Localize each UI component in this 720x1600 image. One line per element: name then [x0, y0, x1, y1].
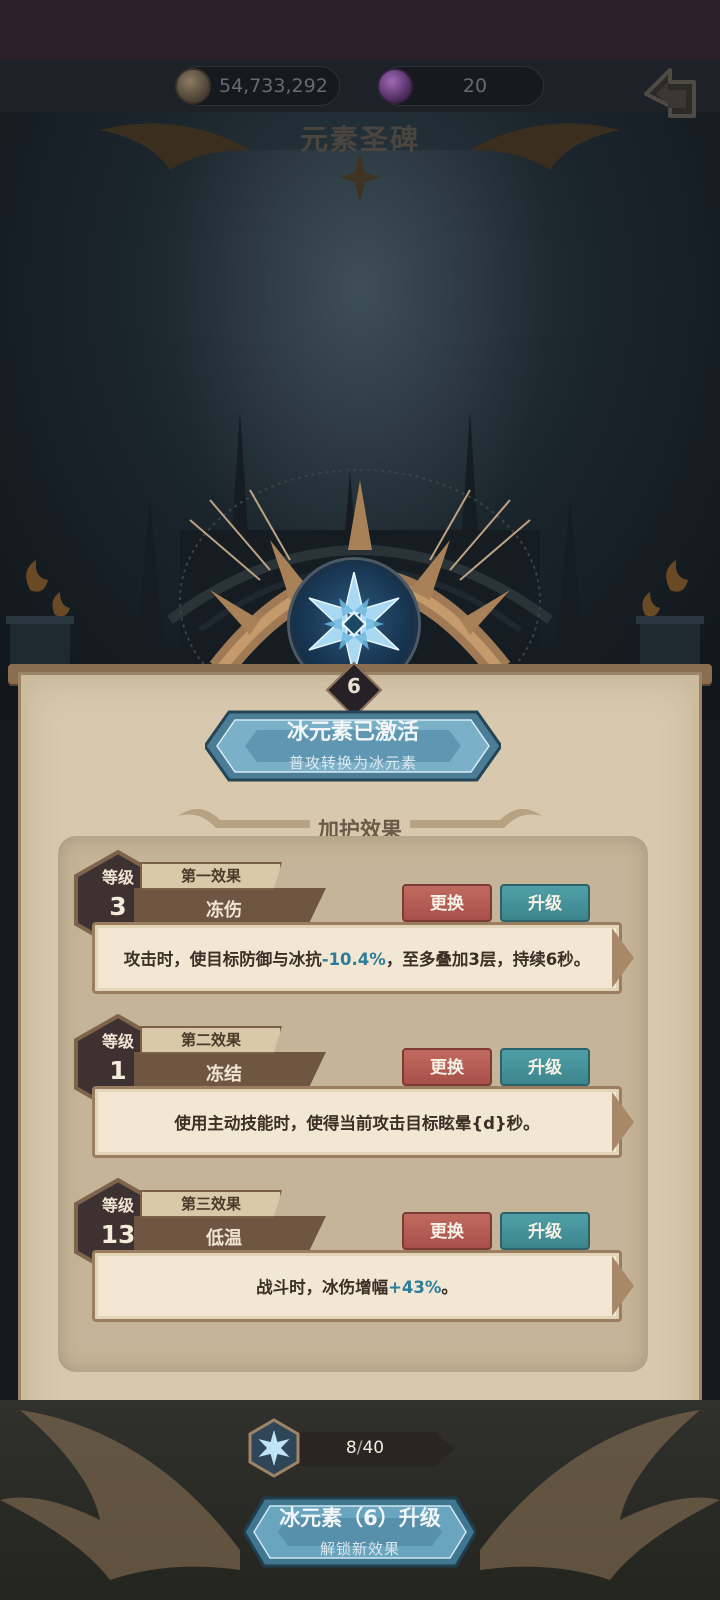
effect-name: 冻结 — [206, 1064, 242, 1085]
background-scene: 54,733,292 20 元素圣碑 — [0, 0, 720, 720]
swap-button[interactable]: 更换 — [402, 1212, 492, 1250]
purple-gem-icon — [377, 68, 413, 104]
gem-amount: 20 — [462, 75, 488, 97]
active-status-title: 冰元素已激活 — [286, 720, 419, 745]
upgrade-effect-button[interactable]: 升级 — [500, 1048, 590, 1086]
desc-text-after: 。 — [441, 1278, 458, 1297]
effect-description: 攻击时，使目标防御与冰抗-10.4%，至多叠加3层，持续6秒。 — [104, 934, 610, 986]
effect-card-2: 等级 1 冻结 第二效果 更换 升级 使用主动技能时，使得当前攻击目标眩晕{d}… — [64, 1014, 644, 1164]
swap-button[interactable]: 更换 — [402, 884, 492, 922]
element-upgrade-subtitle: 解锁新效果 — [319, 1540, 400, 1558]
effect-name: 低温 — [206, 1228, 242, 1249]
element-upgrade-title[interactable]: 冰元素（6）升级 — [244, 1502, 476, 1532]
effect-description: 使用主动技能时，使得当前攻击目标眩晕{d}秒。 — [104, 1098, 610, 1150]
scroll-tip-icon — [612, 1092, 634, 1152]
page-title: 元素圣碑 — [299, 123, 420, 156]
effect-card-1: 等级 3 冻伤 第一效果 更换 升级 攻击时，使目标防御与冰抗-10.4%，至多… — [64, 850, 644, 1000]
desc-value: -10.4% — [321, 950, 386, 969]
upgrade-effect-button[interactable]: 升级 — [500, 1212, 590, 1250]
upgrade-effect-button[interactable]: 升级 — [500, 884, 590, 922]
title-star-icon — [340, 152, 380, 202]
desc-text-before: 战斗时，冰伤增幅 — [256, 1278, 389, 1297]
element-level: 6 — [347, 674, 361, 698]
active-status-subtitle: 普攻转换为冰元素 — [288, 754, 417, 772]
desc-text-before: 攻击时，使目标防御与冰抗 — [123, 950, 322, 969]
wing-ornament-left — [0, 1410, 240, 1580]
gold-counter: 54,733,292 — [175, 66, 340, 106]
coin-icon — [175, 68, 211, 104]
effect-slot-label: 第一效果 — [180, 867, 241, 885]
status-strip — [0, 0, 720, 60]
progress-current: 8 — [345, 1438, 357, 1458]
wing-ornament-right — [480, 1410, 720, 1580]
effect-name: 冻伤 — [206, 900, 242, 921]
swap-button[interactable]: 更换 — [402, 1048, 492, 1086]
header-band — [0, 60, 720, 112]
desc-text-before: 使用主动技能时，使得当前攻击目标眩晕{d}秒。 — [174, 1114, 540, 1133]
desc-value: +43% — [388, 1278, 442, 1297]
effect-slot-label: 第二效果 — [180, 1031, 241, 1049]
effect-slot-label: 第三效果 — [180, 1195, 241, 1213]
ice-shard-icon — [248, 1418, 300, 1478]
progress-readout: 8/40 — [300, 1438, 430, 1458]
brazier-right-icon — [636, 560, 704, 670]
scroll-tip-icon — [612, 928, 634, 988]
desc-text-after: ，至多叠加3层，持续6秒。 — [385, 950, 591, 969]
gold-amount: 54,733,292 — [219, 75, 328, 97]
scroll-tip-icon — [612, 1256, 634, 1316]
brazier-left-icon — [6, 560, 74, 670]
progress-max: 40 — [362, 1438, 385, 1458]
effect-card-3: 等级 13 低温 第三效果 更换 升级 战斗时，冰伤增幅+43%。 — [64, 1178, 644, 1328]
gem-counter: 20 — [377, 66, 544, 106]
effect-description: 战斗时，冰伤增幅+43%。 — [104, 1262, 610, 1314]
